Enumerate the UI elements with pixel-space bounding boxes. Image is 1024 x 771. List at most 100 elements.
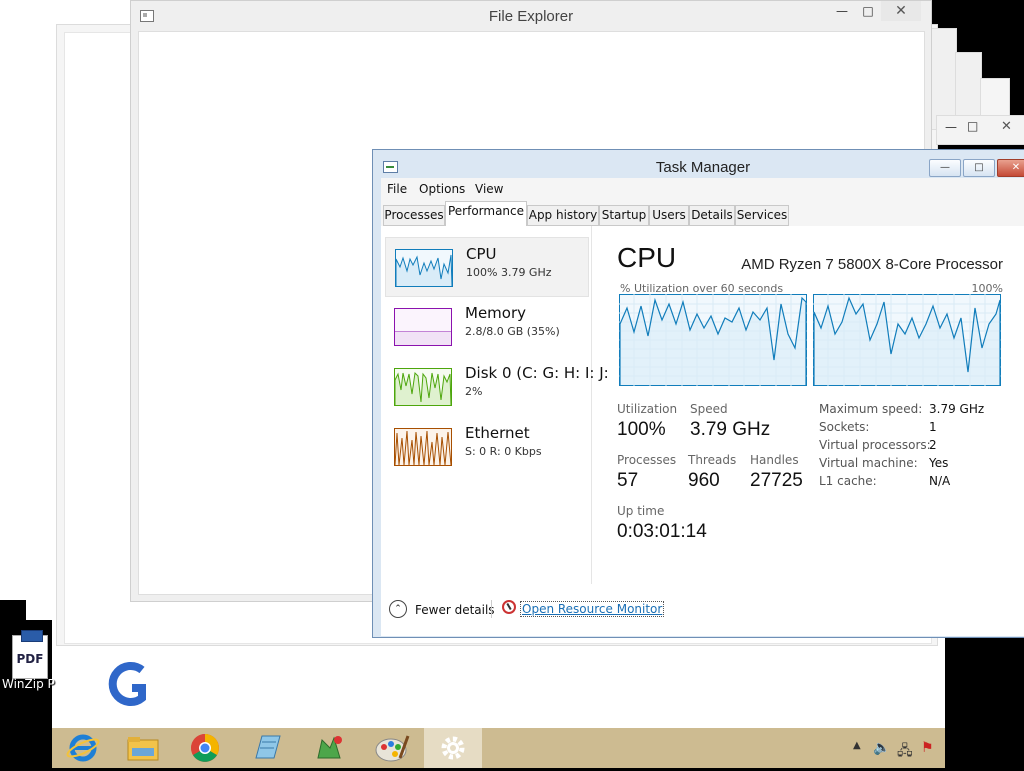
task-manager-titlebar[interactable]: Task Manager — □ ✕	[373, 150, 1024, 178]
resource-name: Disk 0 (C: G: H: I: J:	[465, 364, 609, 382]
spec-label: Maximum speed:	[819, 402, 923, 416]
disk-mini-graph	[394, 368, 452, 406]
handles-label: Handles	[750, 453, 799, 467]
maximize-button[interactable]: □	[855, 1, 881, 21]
uptime-label: Up time	[617, 504, 665, 518]
chrome-icon[interactable]	[176, 728, 234, 768]
show-hidden-icons-icon[interactable]: ▲	[853, 740, 861, 751]
spec-value: 3.79 GHz	[929, 402, 985, 416]
tab-users[interactable]: Users	[649, 205, 689, 226]
ghost-window-fragment	[980, 78, 1010, 120]
spec-value: Yes	[929, 456, 949, 470]
close-icon[interactable]: ✕	[1001, 119, 1012, 134]
spec-label: L1 cache:	[819, 474, 877, 488]
resource-list: CPU 100% 3.79 GHz Memory 2.8/8.0 GB (35%…	[381, 226, 609, 584]
tab-processes[interactable]: Processes	[383, 205, 445, 226]
cpu-details: CPU AMD Ryzen 7 5800X 8-Core Processor %…	[617, 226, 1024, 584]
system-tray: ▲ 🔈 🖧 ⚑	[845, 728, 945, 768]
resource-name: CPU	[466, 245, 497, 263]
resource-name: Ethernet	[465, 424, 530, 442]
close-button[interactable]: ✕	[881, 1, 921, 21]
cpu-core-graph	[813, 294, 1001, 386]
task-manager-gear-icon[interactable]	[424, 728, 482, 768]
desktop-icon-label[interactable]: WinZip P	[2, 677, 55, 691]
resource-item-cpu[interactable]: CPU 100% 3.79 GHz	[385, 237, 589, 297]
close-button[interactable]: ✕	[997, 159, 1024, 177]
threads-label: Threads	[688, 453, 737, 467]
speed-label: Speed	[690, 402, 728, 416]
desktop-background-fragment	[26, 600, 52, 620]
desktop-background-left	[0, 0, 52, 600]
menu-bar: File Options View	[381, 178, 1024, 200]
maximize-icon[interactable]: □	[967, 119, 978, 133]
maximize-button[interactable]: □	[963, 159, 995, 177]
window-title: Task Manager	[655, 159, 751, 176]
memory-mini-graph	[394, 308, 452, 346]
cpu-mini-graph	[395, 249, 453, 287]
spec-value: 2	[929, 438, 937, 452]
task-manager-body: File Options View Processes Performance …	[381, 178, 1024, 636]
file-explorer-titlebar[interactable]: File Explorer — □ ✕	[131, 1, 931, 31]
spec-label: Sockets:	[819, 420, 870, 434]
spec-value: 1	[929, 420, 937, 434]
google-g-icon	[108, 662, 146, 706]
resource-item-ethernet[interactable]: Ethernet S: 0 R: 0 Kbps	[385, 417, 587, 475]
minimize-button[interactable]: —	[829, 1, 855, 21]
volume-muted-icon[interactable]: 🔈	[873, 740, 890, 756]
window-title: File Explorer	[488, 8, 574, 25]
cpu-core-graph	[619, 294, 807, 386]
google-logo-icon	[108, 660, 148, 714]
ghost-window-caption: — □ ✕	[936, 115, 1024, 145]
file-explorer-icon[interactable]	[114, 728, 172, 768]
resource-value: 2%	[465, 385, 483, 398]
handles-value: 27725	[750, 470, 803, 491]
menu-view[interactable]: View	[475, 182, 503, 196]
menu-file[interactable]: File	[387, 182, 407, 196]
action-center-warning-icon[interactable]: ⚑	[921, 740, 934, 756]
utilization-label: Utilization	[617, 402, 678, 416]
fewer-details-button[interactable]: Fewer details	[415, 603, 495, 617]
tab-app-history[interactable]: App history	[527, 205, 599, 226]
tab-performance[interactable]: Performance	[445, 201, 527, 227]
resource-value: S: 0 R: 0 Kbps	[465, 445, 542, 458]
cpu-heading: CPU	[617, 242, 677, 273]
resource-name: Memory	[465, 304, 527, 322]
resource-item-memory[interactable]: Memory 2.8/8.0 GB (35%)	[385, 297, 587, 355]
ethernet-mini-graph	[394, 428, 452, 466]
network-icon[interactable]: 🖧	[897, 740, 913, 764]
tab-bar: Processes Performance App history Startu…	[381, 200, 1024, 227]
minimize-icon[interactable]: —	[945, 120, 957, 134]
cpu-model-name: AMD Ryzen 7 5800X 8-Core Processor	[741, 256, 1003, 273]
tab-details[interactable]: Details	[689, 205, 735, 226]
speed-value: 3.79 GHz	[690, 419, 771, 440]
menu-options[interactable]: Options	[419, 182, 465, 196]
threads-value: 960	[688, 470, 720, 491]
task-manager-window: Task Manager — □ ✕ File Options View Pro…	[372, 149, 1024, 638]
processes-value: 57	[617, 470, 639, 491]
tab-startup[interactable]: Startup	[599, 205, 649, 226]
tab-services[interactable]: Services	[735, 205, 789, 226]
paint-icon[interactable]	[362, 728, 420, 768]
resource-value: 100% 3.79 GHz	[466, 266, 552, 279]
spec-label: Virtual processors:	[819, 438, 931, 452]
notepad-icon[interactable]	[238, 728, 296, 768]
winzip-app-icon[interactable]	[300, 728, 358, 768]
performance-panel: CPU 100% 3.79 GHz Memory 2.8/8.0 GB (35%…	[381, 226, 1024, 584]
minimize-button[interactable]: —	[929, 159, 961, 177]
spec-label: Virtual machine:	[819, 456, 918, 470]
resource-item-disk[interactable]: Disk 0 (C: G: H: I: J: 2%	[385, 357, 609, 415]
divider	[491, 600, 492, 618]
task-manager-footer: ⌃ Fewer details Open Resource Monitor	[381, 584, 1024, 630]
taskbar: ▲ 🔈 🖧 ⚑	[52, 728, 945, 768]
processes-label: Processes	[617, 453, 677, 467]
open-resource-monitor-link[interactable]: Open Resource Monitor	[520, 601, 665, 617]
chevron-up-icon[interactable]: ⌃	[389, 600, 407, 618]
resource-value: 2.8/8.0 GB (35%)	[465, 325, 560, 338]
ghost-window-fragment	[955, 52, 982, 124]
resource-monitor-icon[interactable]	[502, 600, 516, 614]
utilization-value: 100%	[617, 419, 666, 440]
internet-explorer-icon[interactable]	[54, 728, 112, 768]
spec-value: N/A	[929, 474, 951, 488]
pdf-file-icon[interactable]: PDF	[12, 630, 48, 679]
uptime-value: 0:03:01:14	[617, 521, 707, 542]
